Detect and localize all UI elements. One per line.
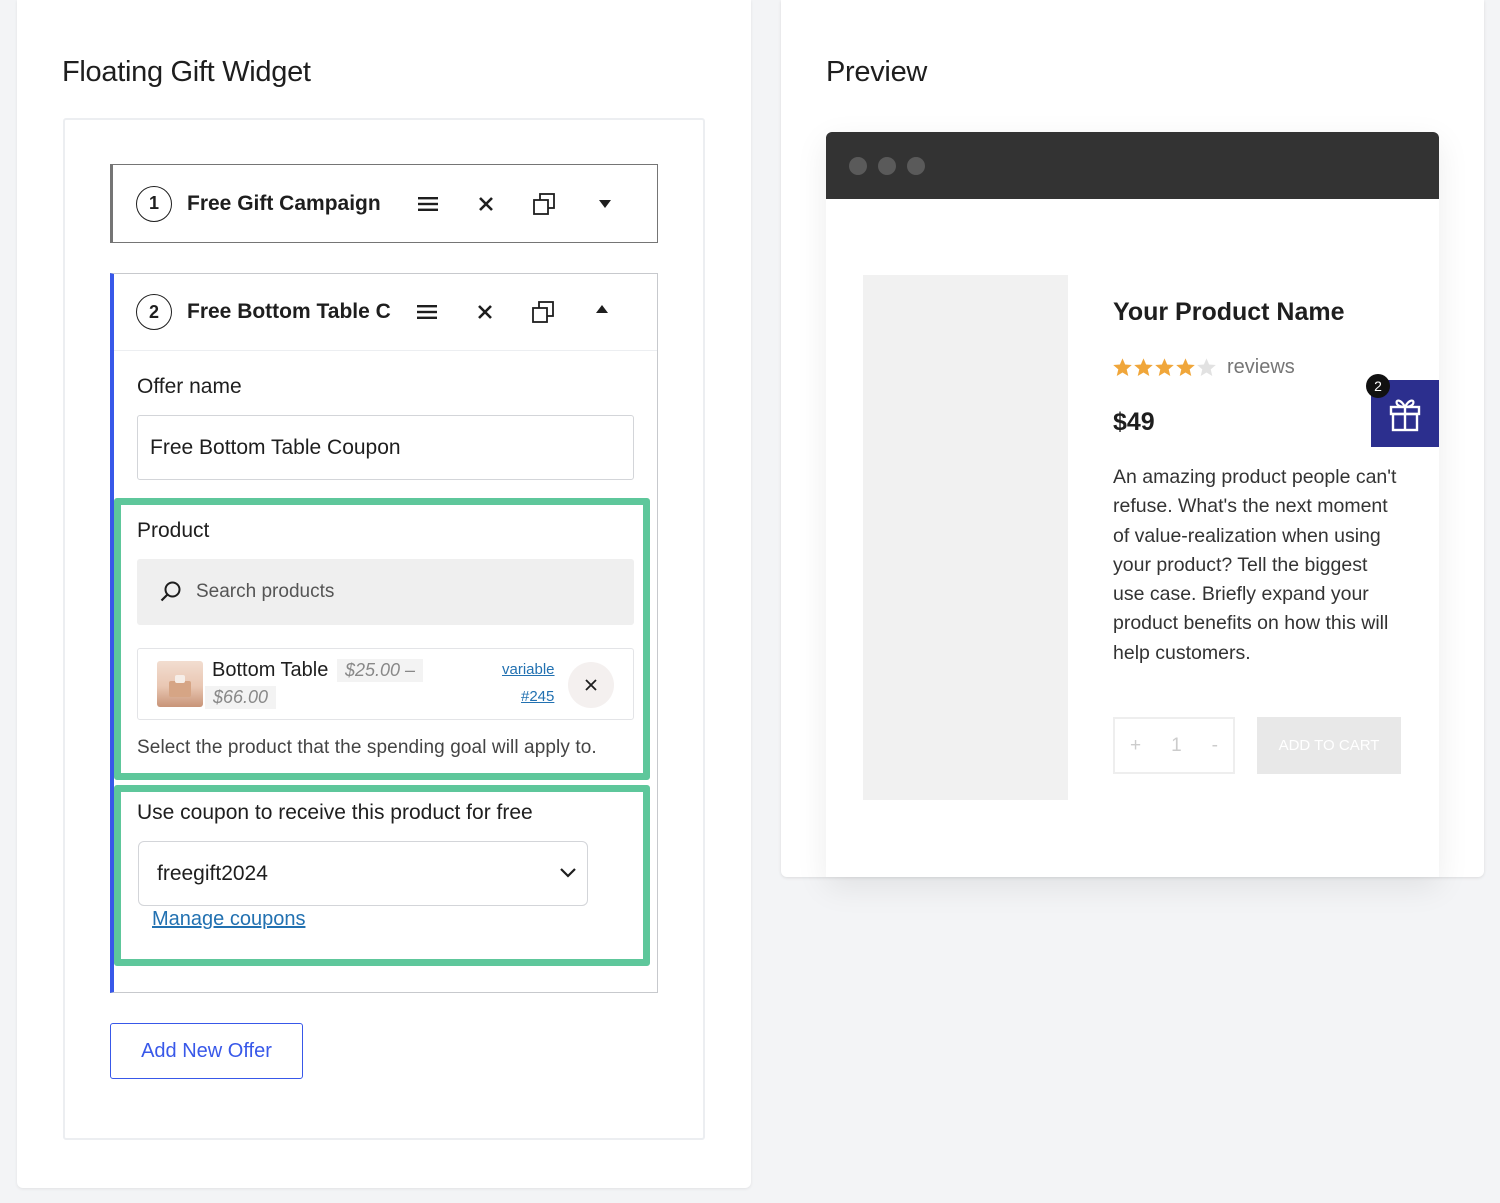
search-placeholder: Search products [196, 581, 335, 602]
offer-name-label: Offer name [137, 375, 242, 398]
offer-name-input[interactable]: Free Bottom Table Coupon [137, 415, 634, 480]
qty-value[interactable]: 1 [1171, 735, 1182, 757]
panel-title: Floating Gift Widget [62, 56, 311, 88]
product-image-placeholder [863, 275, 1068, 800]
product-id-link[interactable]: #245 [521, 688, 554, 705]
selected-product: Bottom Table $25.00 – $66.00 variable #2… [137, 648, 634, 720]
browser-toolbar [826, 132, 1439, 199]
chevron-down-icon[interactable] [590, 189, 620, 219]
reviews-label: reviews [1227, 356, 1295, 378]
drag-handle-icon[interactable] [412, 297, 442, 327]
coupon-label: Use coupon to receive this product for f… [137, 801, 533, 824]
search-icon [159, 580, 183, 604]
coupon-value: freegift2024 [157, 861, 268, 885]
star-icon [1197, 358, 1216, 376]
offer-name-value: Free Bottom Table Coupon [150, 435, 401, 459]
offer-row-1[interactable]: 1 Free Gift Campaign [110, 164, 658, 243]
close-icon[interactable] [470, 297, 500, 327]
close-icon[interactable] [471, 189, 501, 219]
add-new-offer-button[interactable]: Add New Offer [110, 1023, 303, 1079]
offer-number: 2 [136, 294, 172, 330]
offer-title: Free Gift Campaign [187, 191, 381, 215]
gift-icon [1389, 399, 1421, 431]
star-icon [1134, 358, 1153, 376]
product-help-text: Select the product that the spending goa… [137, 737, 597, 758]
preview-description: An amazing product people can't refuse. … [1113, 466, 1397, 664]
preview-title: Preview [826, 56, 928, 88]
add-to-cart-button[interactable]: ADD TO CART [1257, 717, 1401, 774]
product-search-input[interactable]: Search products [137, 559, 634, 625]
chevron-down-icon [559, 867, 577, 879]
quantity-stepper[interactable]: + 1 - [1113, 717, 1235, 774]
preview-product-name: Your Product Name [1113, 298, 1345, 326]
product-price-end: $66.00 [205, 686, 277, 709]
window-dot-icon [907, 157, 925, 175]
product-label: Product [137, 519, 210, 542]
chevron-up-icon[interactable] [587, 294, 617, 324]
window-dot-icon [849, 157, 867, 175]
manage-coupons-link[interactable]: Manage coupons [152, 908, 305, 931]
rating-stars: reviews [1112, 356, 1295, 379]
coupon-select[interactable]: freegift2024 [138, 841, 588, 906]
star-icon [1113, 358, 1132, 376]
star-icon [1155, 358, 1174, 376]
gift-count-badge: 2 [1366, 374, 1390, 398]
duplicate-icon[interactable] [529, 189, 559, 219]
drag-handle-icon[interactable] [413, 189, 443, 219]
close-icon [585, 679, 597, 691]
duplicate-icon[interactable] [528, 297, 558, 327]
remove-product-button[interactable] [568, 662, 614, 708]
preview-price: $49 [1113, 408, 1155, 436]
product-price-start: $25.00 – [337, 659, 424, 682]
product-type-link[interactable]: variable [502, 661, 555, 678]
offer-title[interactable]: Free Bottom Table C [187, 300, 397, 324]
qty-minus-button[interactable]: - [1212, 735, 1218, 757]
offer-number: 1 [136, 185, 172, 222]
star-icon [1176, 358, 1195, 376]
product-thumbnail [157, 661, 203, 707]
product-name: Bottom Table [212, 659, 329, 681]
window-dot-icon [878, 157, 896, 175]
qty-plus-button[interactable]: + [1130, 735, 1141, 757]
